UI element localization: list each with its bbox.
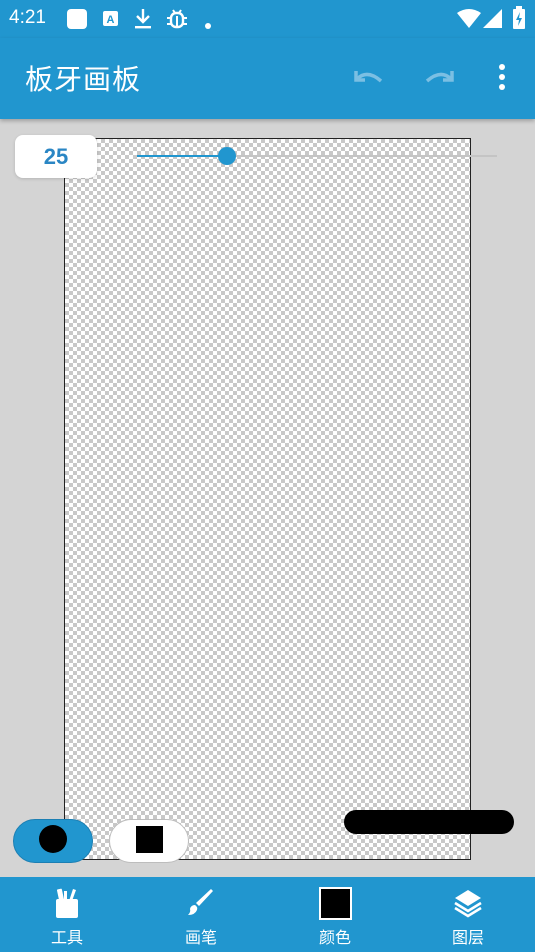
- app-notification-icon: [66, 8, 88, 34]
- slider-thumb[interactable]: [218, 147, 236, 165]
- nav-item-tools[interactable]: 工具: [0, 877, 134, 952]
- status-time: 4:21: [9, 7, 46, 28]
- app-title: 板牙画板: [25, 63, 142, 96]
- bug-icon: [165, 8, 189, 34]
- nav-item-brush[interactable]: 画笔: [134, 877, 268, 952]
- square-brush-mode-button[interactable]: [109, 819, 189, 863]
- tools-icon: [49, 885, 85, 921]
- wifi-icon: [457, 9, 481, 32]
- redo-button[interactable]: [421, 60, 459, 98]
- circle-brush-mode-button[interactable]: [13, 819, 93, 863]
- app-bar: 板牙画板: [0, 38, 535, 119]
- bottom-navigation: 工具 画笔 颜色 图层: [0, 877, 535, 952]
- filled-circle-icon: [38, 824, 68, 858]
- brush-size-slider[interactable]: [137, 145, 497, 167]
- download-icon: [133, 8, 153, 34]
- brush-size-value: 25: [15, 135, 97, 178]
- status-bar: 4:21 A: [0, 0, 535, 38]
- nav-label-tools: 工具: [50, 928, 83, 947]
- nav-label-brush: 画笔: [184, 928, 217, 947]
- nav-item-layers[interactable]: 图层: [401, 877, 535, 952]
- slider-fill: [137, 155, 227, 157]
- brush-preview-stroke: [344, 810, 514, 834]
- current-color-swatch: [318, 886, 352, 920]
- more-options-button[interactable]: [483, 60, 521, 98]
- undo-icon: [351, 67, 385, 91]
- dot-icon: [204, 15, 212, 34]
- battery-charging-icon: [512, 6, 526, 34]
- signal-icon: [483, 9, 503, 32]
- brush-icon: [183, 885, 219, 921]
- drawing-canvas[interactable]: [64, 138, 471, 860]
- nav-label-layers: 图层: [451, 928, 484, 947]
- a-box-icon: A: [102, 10, 119, 31]
- nav-label-color: 颜色: [318, 928, 351, 947]
- layers-icon: [450, 885, 486, 921]
- filled-square-icon: [135, 825, 163, 857]
- redo-icon: [423, 67, 457, 91]
- more-vert-icon: [498, 63, 506, 95]
- svg-text:A: A: [107, 14, 115, 26]
- undo-button[interactable]: [349, 60, 387, 98]
- color-swatch-icon: [317, 885, 353, 921]
- nav-item-color[interactable]: 颜色: [268, 877, 402, 952]
